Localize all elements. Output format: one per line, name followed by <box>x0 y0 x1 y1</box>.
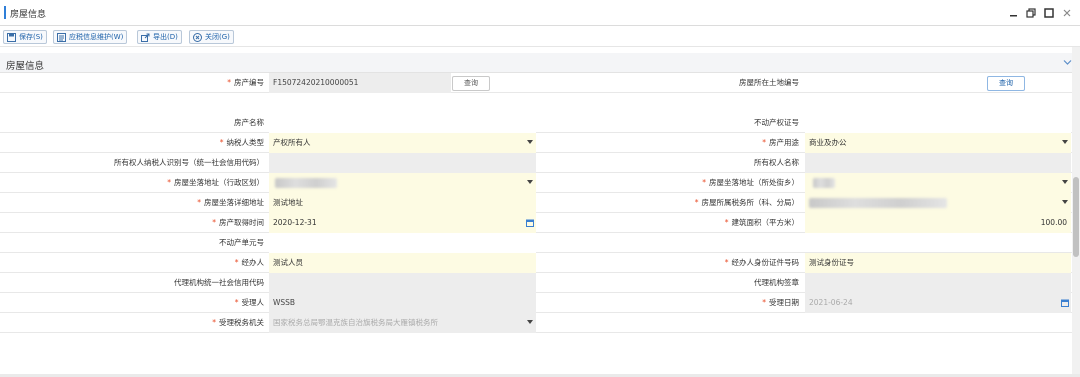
restore-icon[interactable] <box>1024 5 1038 21</box>
form-row: 不动产单元号 <box>0 233 1072 253</box>
tax-info-maintain-button[interactable]: 应税信息维护(W) <box>53 30 128 44</box>
land-number-query-button[interactable]: 查询 <box>987 76 1025 91</box>
calendar-icon[interactable] <box>526 219 534 227</box>
label-agency-seal: 代理机构签章 <box>754 278 799 287</box>
form-row: 所有权人纳税人识别号（统一社会信用代码） 所有权人名称 <box>0 153 1072 173</box>
dropdown-arrow-icon[interactable] <box>1062 200 1068 204</box>
label-handler: * 经办人 <box>234 258 264 267</box>
property-name-field[interactable] <box>269 113 536 133</box>
form-row: 房产名称 不动产权证号 <box>0 113 1072 133</box>
tax-authority-select[interactable]: 国家税务总局鄂温克族自治旗税务局大雁镇税务所 <box>269 313 536 333</box>
property-certificate-field[interactable] <box>805 113 1071 133</box>
handler-id-field[interactable]: 测试身份证号 <box>805 253 1071 273</box>
address-street-select[interactable] <box>805 173 1071 193</box>
acquisition-date-field[interactable]: 2020-12-31 <box>269 213 536 233</box>
label-property-name: 房产名称 <box>234 118 264 127</box>
export-icon <box>141 33 150 42</box>
form-row: * 受理税务机关 国家税务总局鄂温克族自治旗税务局大雁镇税务所 <box>0 313 1072 333</box>
label-address-district: * 房屋坐落地址（行政区划） <box>167 178 264 187</box>
dropdown-arrow-icon[interactable] <box>527 140 533 144</box>
close-button[interactable]: 关闭(G) <box>189 30 234 44</box>
form-row: * 房产编号 F15072420210000051 查询 房屋所在土地编号 查询 <box>0 73 1072 93</box>
form-row: * 纳税人类型 产权所有人 * 房产用途 商业及办公 <box>0 133 1072 153</box>
redacted-value <box>813 178 835 188</box>
form-row: * 受理人 WSSB * 受理日期 2021-06-24 <box>0 293 1072 313</box>
label-tax-authority: * 受理税务机关 <box>212 318 264 327</box>
label-address-street: * 房屋坐落地址（所处街乡） <box>702 178 799 187</box>
window-title: 房屋信息 <box>10 10 47 20</box>
tax-info-maintain-label: 应税信息维护(W) <box>69 33 124 41</box>
owner-name-field[interactable] <box>805 153 1071 173</box>
label-acquisition-date: * 房产取得时间 <box>212 218 264 227</box>
save-button-label: 保存(S) <box>19 33 43 41</box>
calendar-icon[interactable] <box>1061 299 1069 307</box>
window-titlebar: 房屋信息 <box>0 0 1080 26</box>
save-icon <box>7 32 16 42</box>
close-icon[interactable] <box>1060 5 1074 21</box>
form-row: * 房产取得时间 2020-12-31 * 建筑面积（平方米） 100.00 <box>0 213 1072 233</box>
receiver-field[interactable]: WSSB <box>269 293 536 313</box>
unit-number-field[interactable] <box>269 233 536 253</box>
section-title: 房屋信息 <box>6 61 45 72</box>
section-header[interactable]: 房屋信息 <box>0 53 1080 73</box>
label-receiver: * 受理人 <box>234 298 264 307</box>
label-property-certificate: 不动产权证号 <box>754 118 799 127</box>
label-property-use: * 房产用途 <box>762 138 799 147</box>
chevron-down-icon[interactable] <box>1063 59 1072 66</box>
form-row: 代理机构统一社会信用代码 代理机构签章 <box>0 273 1072 293</box>
form-row: * 经办人 测试人员 * 经办人身份证件号码 测试身份证号 <box>0 253 1072 273</box>
receive-date-field[interactable]: 2021-06-24 <box>805 293 1071 313</box>
window-controls <box>1006 5 1074 21</box>
label-building-area: * 建筑面积（平方米） <box>724 218 799 227</box>
property-number-field[interactable]: F15072420210000051 <box>269 73 451 93</box>
export-button-label: 导出(D) <box>153 33 178 41</box>
detailed-address-field[interactable]: 测试地址 <box>269 193 536 213</box>
list-icon <box>57 32 66 42</box>
handler-field[interactable]: 测试人员 <box>269 253 536 273</box>
label-handler-id: * 经办人身份证件号码 <box>724 258 799 267</box>
owner-tax-id-field[interactable] <box>269 153 536 173</box>
scrollbar-thumb[interactable] <box>1073 177 1079 257</box>
save-button[interactable]: 保存(S) <box>3 30 47 44</box>
address-district-select[interactable] <box>269 173 536 193</box>
agency-seal-field[interactable] <box>805 273 1071 293</box>
form-row: * 房屋坐落地址（行政区划） * 房屋坐落地址（所处街乡） <box>0 173 1072 193</box>
redacted-value <box>275 178 337 188</box>
dropdown-arrow-icon[interactable] <box>1062 180 1068 184</box>
taxpayer-type-select[interactable]: 产权所有人 <box>269 133 536 153</box>
toolbar: 保存(S) 应税信息维护(W) 导出(D) 关闭(G) <box>0 27 1080 47</box>
redacted-value <box>809 198 947 208</box>
agency-credit-code-field[interactable] <box>269 273 536 293</box>
form-row: * 房屋坐落详细地址 测试地址 * 房屋所属税务所（科、分局） <box>0 193 1072 213</box>
dropdown-arrow-icon[interactable] <box>527 320 533 324</box>
label-property-number: * 房产编号 <box>227 78 264 87</box>
minimize-icon[interactable] <box>1006 5 1020 21</box>
label-agency-credit-code: 代理机构统一社会信用代码 <box>174 278 264 287</box>
label-unit-number: 不动产单元号 <box>219 238 264 247</box>
label-owner-name: 所有权人名称 <box>754 158 799 167</box>
close-button-label: 关闭(G) <box>205 33 230 41</box>
dropdown-arrow-icon[interactable] <box>527 180 533 184</box>
label-land-number: 房屋所在土地编号 <box>739 78 799 87</box>
tax-office-select[interactable] <box>805 193 1071 213</box>
property-number-query-button[interactable]: 查询 <box>452 76 490 91</box>
maximize-icon[interactable] <box>1042 5 1056 21</box>
label-tax-office: * 房屋所属税务所（科、分局） <box>694 198 799 207</box>
property-use-select[interactable]: 商业及办公 <box>805 133 1071 153</box>
close-circle-icon <box>193 32 202 42</box>
export-button[interactable]: 导出(D) <box>137 30 182 44</box>
label-receive-date: * 受理日期 <box>762 298 799 307</box>
building-area-field[interactable]: 100.00 <box>805 213 1071 233</box>
label-taxpayer-type: * 纳税人类型 <box>219 138 264 147</box>
label-owner-tax-id: 所有权人纳税人识别号（统一社会信用代码） <box>114 158 264 167</box>
vertical-scrollbar[interactable] <box>1072 47 1080 377</box>
title-accent-bar <box>4 6 6 19</box>
dropdown-arrow-icon[interactable] <box>1062 140 1068 144</box>
label-detailed-address: * 房屋坐落详细地址 <box>197 198 264 207</box>
